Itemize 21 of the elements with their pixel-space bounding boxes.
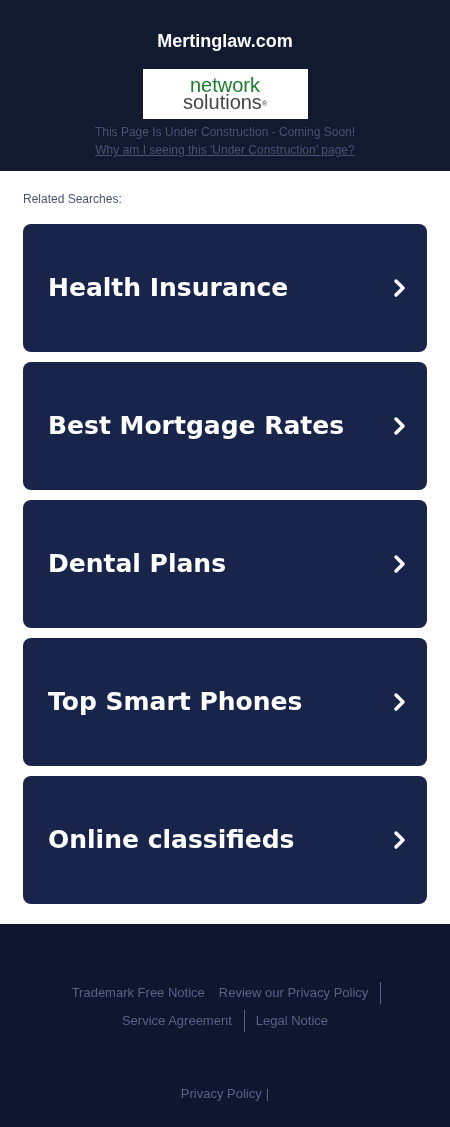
logo: network solutions$^{®}$ <box>142 69 308 119</box>
chevron-icon <box>393 692 407 712</box>
footer-link[interactable]: Service Agreement <box>114 1010 245 1032</box>
chevron-icon <box>393 554 407 574</box>
footer-link[interactable]: Trademark Free Notice <box>64 982 212 1004</box>
search-link[interactable]: Best Mortgage Rates <box>23 362 427 490</box>
privacy-policy-link[interactable]: Privacy Policy <box>180 1084 262 1104</box>
construction-notice: This Page Is Under Construction - Coming Soon! <box>94 124 356 141</box>
separator: | <box>265 1085 270 1103</box>
chevron-icon <box>393 416 407 436</box>
site-title: Mertinglaw.com <box>157 30 293 52</box>
search-link[interactable]: Dental Plans <box>23 500 427 628</box>
chevron-icon <box>393 278 407 298</box>
search-link[interactable]: Online classifieds <box>23 776 427 904</box>
footer-link[interactable]: Legal Notice <box>248 1010 336 1032</box>
search-link[interactable]: Top Smart Phones <box>23 638 427 766</box>
chevron-icon <box>393 830 407 850</box>
why-link[interactable]: Why am I seeing this 'Under Construction' page? <box>95 141 355 159</box>
footer-link[interactable]: Review our Privacy Policy <box>211 982 382 1004</box>
search-link[interactable]: Health Insurance <box>23 224 427 352</box>
related-searches-heading: Related Searches: <box>23 191 123 207</box>
